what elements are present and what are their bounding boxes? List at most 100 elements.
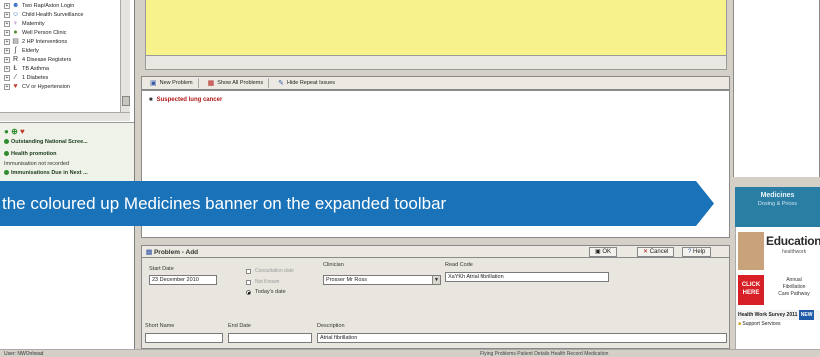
description-label: Description bbox=[317, 323, 345, 329]
alert-outstanding[interactable]: Outstanding National Scree... bbox=[4, 139, 88, 145]
status-dot-icon bbox=[4, 151, 9, 157]
tree-hscrollbar[interactable] bbox=[0, 112, 130, 121]
expand-icon[interactable]: + bbox=[4, 74, 10, 81]
tree-item[interactable]: + ♥ CV or Hypertension bbox=[4, 82, 70, 91]
close-icon: ✕ bbox=[643, 249, 649, 255]
short-name-field[interactable] bbox=[145, 333, 223, 343]
start-date-label: Start Date bbox=[149, 266, 174, 272]
filter-icon: ✎ bbox=[278, 80, 284, 87]
person-icon: ☻ bbox=[12, 2, 20, 9]
problem-toolbar: ▣ New Problem ▦ Show All Problems ✎ Hide Re… bbox=[141, 76, 730, 90]
status-bar: User: NWOnhead Flying Problems Patient D… bbox=[0, 349, 820, 357]
alert-icons: ● ⊕ ♥ bbox=[4, 127, 25, 136]
new-problem-button[interactable]: ▣ New Problem bbox=[145, 78, 199, 88]
consultation-date-checkbox[interactable] bbox=[246, 269, 251, 274]
end-date-label: End Date bbox=[228, 323, 251, 329]
hide-repeat-button[interactable]: ✎ Hide Repeat Issues bbox=[273, 78, 340, 88]
tree-item[interactable]: + ▤ 2 HP Interventions bbox=[4, 37, 67, 46]
medicines-title: Medicines bbox=[760, 192, 795, 199]
education-sub: healthwork bbox=[782, 249, 807, 255]
show-all-icon: ▦ bbox=[207, 80, 215, 87]
chevron-down-icon[interactable]: ▼ bbox=[432, 276, 440, 284]
medicines-banner[interactable]: Medicines Dosing & Prices bbox=[735, 187, 820, 227]
read-code-field[interactable]: XaYKh Atrial fibrillation bbox=[445, 272, 609, 282]
expand-icon[interactable]: + bbox=[4, 29, 10, 36]
right-panel bbox=[733, 0, 820, 177]
elderly-icon: ʃ bbox=[14, 47, 17, 54]
problem-row[interactable]: ■ Suspected lung cancer bbox=[149, 97, 222, 103]
description-field[interactable]: Atrial fibrillation bbox=[317, 333, 727, 343]
tree-scrollbar[interactable] bbox=[120, 0, 130, 112]
help-icon: ? bbox=[688, 249, 692, 255]
support-link[interactable]: ■ Support Services bbox=[736, 319, 820, 329]
check-icon: ● bbox=[4, 127, 9, 136]
expand-icon[interactable]: + bbox=[4, 56, 10, 63]
show-all-problems-button[interactable]: ▦ Show All Problems bbox=[203, 78, 270, 88]
tree-item[interactable]: + ʃ Elderly bbox=[4, 46, 39, 55]
expand-icon[interactable]: + bbox=[4, 2, 10, 9]
tree-item[interactable]: + ● Well Person Clinic bbox=[4, 28, 67, 37]
expand-icon[interactable]: + bbox=[4, 83, 10, 90]
pregnant-icon: ♀ bbox=[12, 20, 19, 27]
education-ad[interactable]: Education bbox=[766, 234, 820, 248]
save-icon: ▣ bbox=[595, 249, 601, 255]
problem-icon: ■ bbox=[149, 97, 153, 103]
end-date-field[interactable] bbox=[228, 333, 312, 343]
tree-item[interactable]: + ☺ Child Health Surveillance bbox=[4, 10, 83, 19]
expand-icon[interactable]: + bbox=[4, 20, 10, 27]
expand-icon[interactable]: + bbox=[4, 38, 10, 45]
short-name-label: Short Name bbox=[145, 323, 175, 329]
form-title: ▤ Problem - Add bbox=[146, 249, 199, 256]
tree-item[interactable]: + ♀ Maternity bbox=[4, 19, 45, 28]
clinician-label: Clinician bbox=[323, 262, 344, 268]
callout-text: the coloured up Medicines banner on the … bbox=[2, 193, 447, 213]
alert-immunisations-due[interactable]: Immunisations Due in Next ... bbox=[4, 170, 88, 176]
child-icon: ☺ bbox=[12, 11, 20, 18]
syringe-icon: ⁄ bbox=[14, 74, 17, 81]
ad-text: Annual Fibrillation Care Pathway bbox=[778, 277, 810, 297]
person-icon: ● bbox=[13, 29, 18, 36]
plus-icon: ⊕ bbox=[11, 127, 18, 136]
callout-annotation: the coloured up Medicines banner on the … bbox=[0, 181, 714, 226]
consultation-pane[interactable] bbox=[145, 0, 727, 56]
problem-form-icon: ▤ bbox=[146, 249, 153, 256]
tree-item[interactable]: + ☻ Two Rap/Aston Login bbox=[4, 1, 74, 10]
folder-icon: ■ bbox=[738, 321, 742, 327]
education-photo bbox=[738, 232, 764, 270]
tree-item[interactable]: + R 4 Disease Registers bbox=[4, 55, 71, 64]
not-known-checkbox[interactable] bbox=[246, 280, 251, 285]
status-dot-icon bbox=[4, 139, 9, 145]
expand-icon[interactable]: + bbox=[4, 65, 10, 72]
alert-health-promotion[interactable]: Health promotion bbox=[4, 151, 57, 157]
register-icon: R bbox=[12, 56, 19, 63]
left-panel: + ☻ Two Rap/Aston Login + ☺ Child Health Sur… bbox=[0, 0, 135, 349]
start-date-field[interactable]: 23 December 2010 bbox=[149, 275, 217, 285]
new-problem-icon: ▣ bbox=[150, 80, 157, 87]
lungs-icon: Ł bbox=[13, 65, 18, 72]
consultation-date-label: Consultation date bbox=[255, 268, 294, 274]
help-button[interactable]: ? Help bbox=[682, 247, 712, 257]
status-user: User: NWOnhead bbox=[4, 351, 44, 357]
form-header: ▤ Problem - Add ▣ OK ✕ Cancel ? Help bbox=[141, 245, 730, 258]
scrollbar-thumb[interactable] bbox=[122, 96, 130, 106]
heart-icon: ♥ bbox=[13, 83, 18, 90]
todays-date-radio[interactable] bbox=[246, 290, 251, 295]
heart-icon: ♥ bbox=[20, 127, 25, 136]
clipboard-icon: ▤ bbox=[12, 38, 19, 45]
cancel-button[interactable]: ✕ Cancel bbox=[637, 247, 675, 257]
pane-splitter[interactable] bbox=[145, 56, 727, 70]
read-code-label: Read Code bbox=[445, 262, 473, 268]
clinician-select[interactable]: Prosser Mr Ross ▼ bbox=[323, 275, 441, 285]
tree-item[interactable]: + Ł TB Asthma bbox=[4, 64, 49, 73]
medicines-subtitle: Dosing & Prices bbox=[757, 201, 798, 207]
right-divider bbox=[733, 177, 820, 187]
alert-immunisation-recorded: Immunisation not recorded bbox=[4, 161, 70, 167]
expand-icon[interactable]: + bbox=[4, 47, 10, 54]
problem-form: Start Date 23 December 2010 Consultation… bbox=[141, 258, 730, 349]
status-dot-icon bbox=[4, 170, 9, 176]
ok-button[interactable]: ▣ OK bbox=[589, 247, 618, 257]
tree-item[interactable]: + ⁄ 1 Diabetes bbox=[4, 73, 48, 82]
not-known-label: Not Known bbox=[255, 279, 280, 285]
click-here-button[interactable]: CLICK HERE bbox=[738, 275, 764, 305]
expand-icon[interactable]: + bbox=[4, 11, 10, 18]
